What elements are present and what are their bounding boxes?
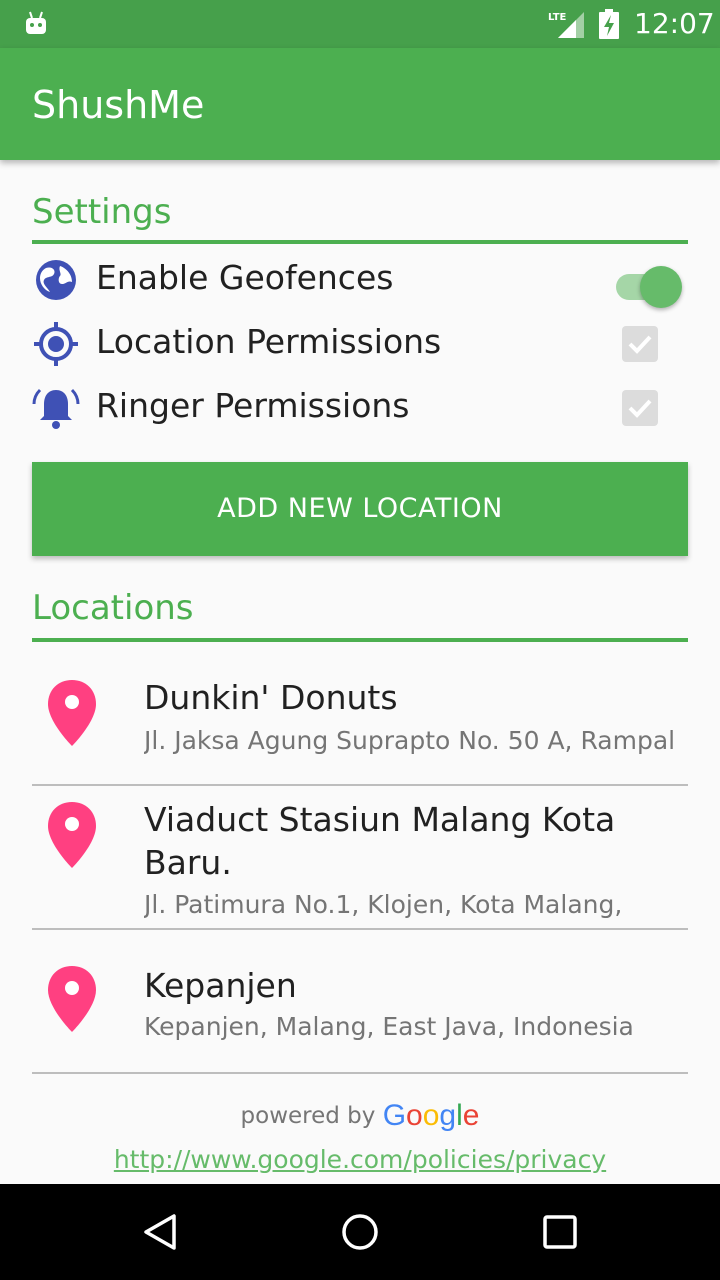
system-nav-bar <box>0 1184 720 1280</box>
geofences-switch[interactable] <box>616 260 684 308</box>
lte-signal-icon: LTE <box>548 12 584 38</box>
location-item[interactable]: Kepanjen Kepanjen, Malang, East Java, In… <box>32 930 688 1072</box>
powered-by-google: powered by Google <box>0 1096 720 1136</box>
bell-ringing-icon <box>32 388 80 429</box>
location-name: Viaduct Stasiun Malang Kota Baru. <box>144 800 616 882</box>
app-title: ShushMe <box>32 83 205 127</box>
ringer-permissions-checkbox[interactable] <box>622 390 658 426</box>
globe-icon <box>36 260 76 300</box>
setting-label-ringer: Ringer Permissions <box>96 386 410 425</box>
battery-charging-icon <box>599 9 619 39</box>
locations-divider <box>32 638 688 642</box>
recents-icon[interactable] <box>540 1212 580 1252</box>
setting-label-geofences: Enable Geofences <box>96 258 394 297</box>
location-address: Kepanjen, Malang, East Java, Indonesia <box>144 1012 634 1041</box>
setting-enable-geofences[interactable]: Enable Geofences <box>32 246 688 310</box>
powered-by-text: powered by <box>240 1103 376 1129</box>
google-logo: Google <box>382 1099 480 1132</box>
location-permissions-checkbox[interactable] <box>622 326 658 362</box>
check-icon <box>628 399 652 418</box>
setting-ringer-permissions[interactable]: Ringer Permissions <box>32 374 688 438</box>
home-icon[interactable] <box>340 1212 380 1252</box>
switch-thumb <box>640 266 682 308</box>
location-item[interactable]: Viaduct Stasiun Malang Kota Baru. Jl. Pa… <box>32 786 688 928</box>
settings-section-title: Settings <box>32 192 172 232</box>
location-address: Jl. Jaksa Agung Suprapto No. 50 A, Rampa… <box>144 726 676 755</box>
setting-label-location: Location Permissions <box>96 322 442 361</box>
android-icon <box>26 11 46 34</box>
location-item[interactable]: Dunkin' Donuts Jl. Jaksa Agung Suprapto … <box>32 660 688 784</box>
location-pin-icon <box>48 802 96 868</box>
add-new-location-button[interactable]: ADD NEW LOCATION <box>32 462 688 556</box>
privacy-policy-link[interactable]: http://www.google.com/policies/privacy <box>0 1140 720 1180</box>
locations-section-title: Locations <box>32 588 194 628</box>
location-pin-icon <box>48 680 96 746</box>
gps-target-icon <box>34 322 78 366</box>
check-icon <box>628 335 652 354</box>
location-pin-icon <box>48 966 96 1032</box>
settings-divider <box>32 240 688 244</box>
list-divider <box>32 1072 688 1074</box>
status-clock: 12:07 <box>634 7 715 40</box>
status-bar: LTE 12:07 <box>0 0 720 48</box>
location-address: Jl. Patimura No.1, Klojen, Kota Malang, <box>144 890 623 919</box>
location-name: Kepanjen <box>144 966 297 1005</box>
setting-location-permissions[interactable]: Location Permissions <box>32 310 688 374</box>
back-icon[interactable] <box>140 1212 180 1252</box>
svg-text:LTE: LTE <box>548 12 567 23</box>
location-name: Dunkin' Donuts <box>144 678 398 717</box>
app-bar: ShushMe <box>0 48 720 160</box>
